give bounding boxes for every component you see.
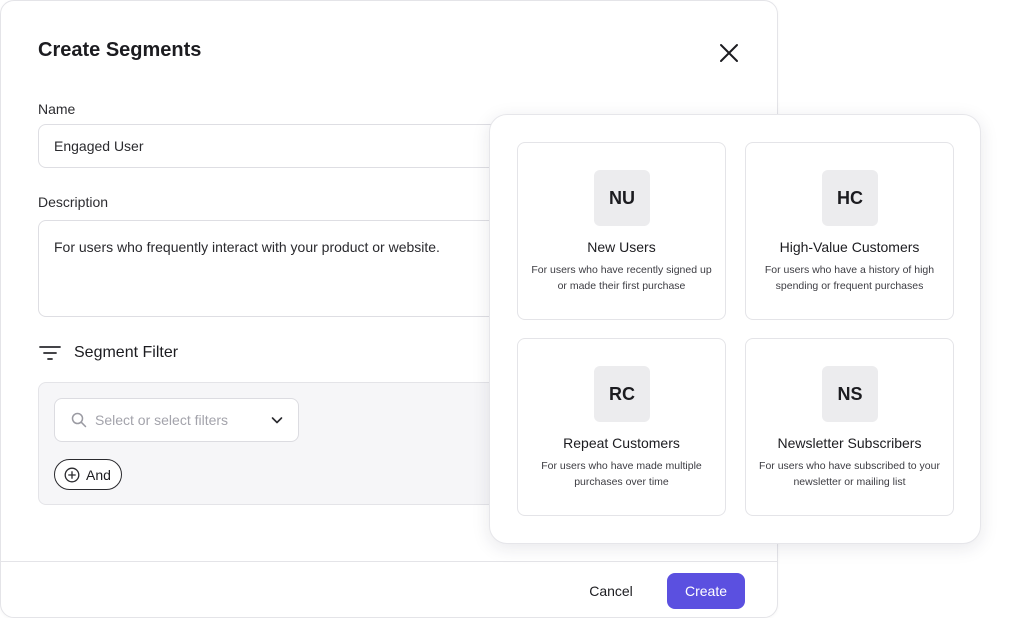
template-description: For users who have made multiple purchas… [541, 460, 702, 488]
close-icon [720, 44, 738, 62]
cancel-button[interactable]: Cancel [575, 573, 647, 609]
modal-footer: Cancel Create [1, 561, 777, 617]
template-card-repeat-customers[interactable]: RC Repeat Customers For users who have m… [517, 338, 726, 516]
template-card-newsletter-subscribers[interactable]: NS Newsletter Subscribers For users who … [745, 338, 954, 516]
name-label: Name [38, 101, 76, 117]
create-button[interactable]: Create [667, 573, 745, 609]
template-title: Newsletter Subscribers [777, 435, 922, 451]
search-icon [71, 412, 87, 428]
filter-select-placeholder: Select or select filters [95, 412, 229, 428]
add-and-condition-button[interactable]: And [54, 459, 122, 490]
template-description: For users who have subscribed to your ne… [759, 460, 940, 488]
close-button[interactable] [717, 41, 741, 65]
chevron-down-icon [271, 417, 283, 424]
template-description: For users who have a history of high spe… [764, 264, 935, 292]
modal-title: Create Segments [38, 39, 202, 61]
plus-circle-icon [64, 467, 80, 482]
template-card-high-value-customers[interactable]: HC High-Value Customers For users who ha… [745, 142, 954, 320]
template-card-new-users[interactable]: NU New Users For users who have recently… [517, 142, 726, 320]
template-badge: RC [594, 366, 650, 422]
filter-lines-icon [39, 346, 61, 360]
description-label: Description [38, 194, 109, 210]
template-title: Repeat Customers [563, 435, 680, 451]
template-badge: HC [822, 170, 878, 226]
and-button-label: And [86, 466, 111, 483]
template-badge: NU [594, 170, 650, 226]
template-description: For users who have recently signed up or… [531, 264, 712, 292]
segment-filter-header: Segment Filter [38, 341, 178, 365]
template-badge: NS [822, 366, 878, 422]
filter-select[interactable]: Select or select filters [54, 398, 299, 442]
segment-filter-title: Segment Filter [74, 344, 179, 361]
template-title: New Users [587, 239, 656, 255]
segment-template-popover: NU New Users For users who have recently… [489, 114, 981, 544]
template-title: High-Value Customers [779, 239, 920, 255]
